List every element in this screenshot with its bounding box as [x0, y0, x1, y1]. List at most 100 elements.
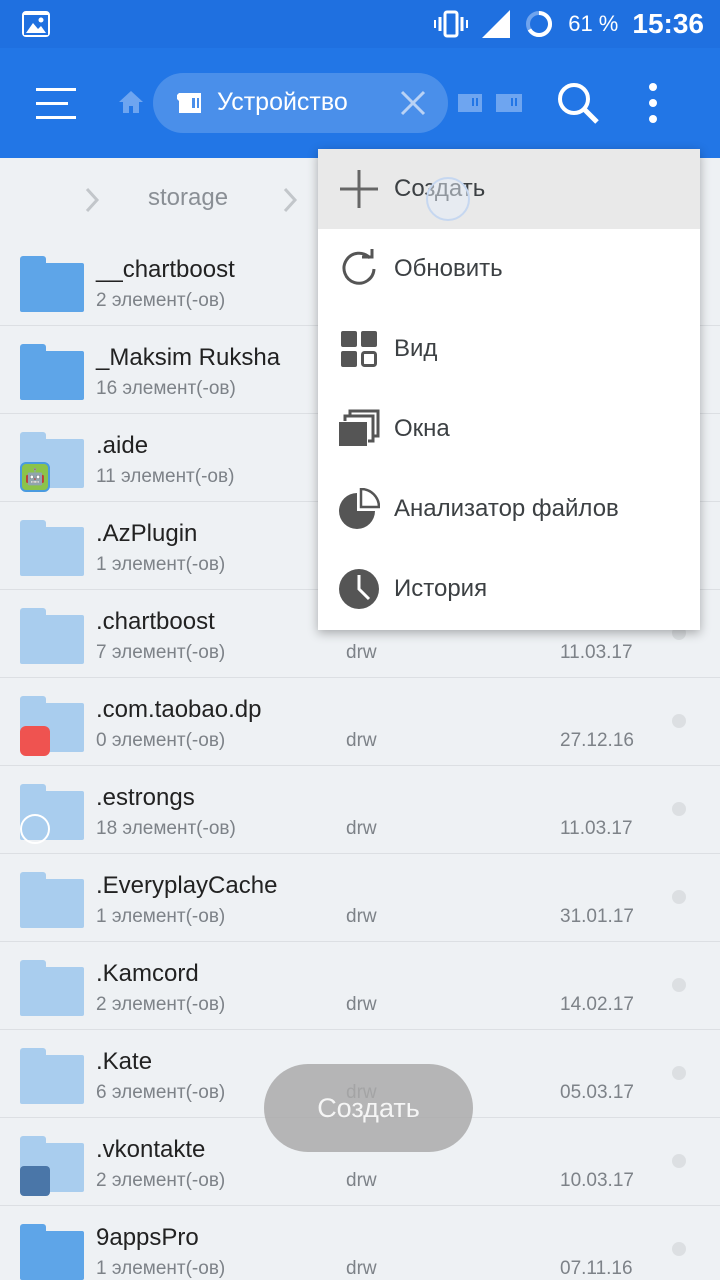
file-item-count: 1 элемент(-ов) — [96, 1258, 226, 1279]
file-item-count: 2 элемент(-ов) — [96, 994, 226, 1015]
device-storage-icon — [177, 93, 201, 113]
select-dot-icon[interactable] — [672, 1066, 686, 1080]
close-icon[interactable] — [399, 89, 427, 117]
chevron-right-icon — [283, 187, 298, 213]
menu-item-label: Окна — [394, 415, 450, 442]
menu-item-file-analyzer[interactable]: Анализатор файлов — [318, 469, 700, 549]
search-icon[interactable] — [556, 81, 600, 125]
battery-circle-icon — [526, 10, 553, 37]
menu-item-windows[interactable]: Окна — [318, 389, 700, 469]
menu-item-label: Вид — [394, 335, 438, 362]
file-name: .estrongs — [96, 784, 195, 811]
select-dot-icon[interactable] — [672, 978, 686, 992]
file-date: 07.11.16 — [560, 1258, 633, 1279]
file-permissions: drw — [346, 642, 377, 663]
file-row[interactable]: 9appsPro 1 элемент(-ов) drw 07.11.16 — [0, 1206, 720, 1280]
file-date: 14.02.17 — [560, 994, 634, 1015]
battery-percent: 61 % — [568, 11, 619, 36]
menu-item-view[interactable]: Вид — [318, 309, 700, 389]
file-name: .com.taobao.dp — [96, 696, 262, 723]
file-name: .aide — [96, 432, 149, 459]
file-item-count: 2 элемент(-ов) — [96, 290, 226, 311]
file-date: 05.03.17 — [560, 1082, 634, 1103]
file-item-count: 0 элемент(-ов) — [96, 730, 226, 751]
file-permissions: drw — [346, 1170, 377, 1191]
status-bar: 61 % 15:36 — [0, 0, 720, 48]
folder-icon — [20, 256, 84, 312]
signal-icon — [482, 10, 511, 38]
file-row[interactable]: .EveryplayCache 1 элемент(-ов) drw 31.01.17 — [0, 854, 720, 942]
menu-item-label: История — [394, 575, 488, 602]
overflow-menu: Создать Обновить Вид Окна Анализатор фай… — [318, 149, 700, 630]
folder-icon — [20, 960, 84, 1016]
refresh-icon — [342, 249, 376, 285]
clock-time: 15:36 — [632, 8, 704, 39]
location-chip[interactable]: Устройство — [153, 73, 448, 133]
view-grid-icon — [341, 331, 377, 367]
file-name: .EveryplayCache — [96, 872, 278, 899]
file-name: .chartboost — [96, 608, 215, 635]
aliexpress-app-icon — [20, 726, 50, 756]
file-row[interactable]: .estrongs 18 элемент(-ов) drw 11.03.17 — [0, 766, 720, 854]
file-row[interactable]: .com.taobao.dp 0 элемент(-ов) drw 27.12.16 — [0, 678, 720, 766]
file-item-count: 2 элемент(-ов) — [96, 1170, 226, 1191]
file-item-count: 11 элемент(-ов) — [96, 466, 235, 487]
file-permissions: drw — [346, 906, 377, 927]
folder-icon — [20, 520, 84, 576]
more-options-icon[interactable] — [646, 81, 660, 125]
file-date: 10.03.17 — [560, 1170, 634, 1191]
menu-icon[interactable] — [36, 86, 76, 120]
app-bar: Устройство — [0, 48, 720, 158]
file-name: .vkontakte — [96, 1136, 206, 1163]
file-item-count: 7 элемент(-ов) — [96, 642, 226, 663]
file-row[interactable]: .Kamcord 2 элемент(-ов) drw 14.02.17 — [0, 942, 720, 1030]
folder-icon — [20, 784, 84, 844]
file-item-count: 1 элемент(-ов) — [96, 906, 226, 927]
file-item-count: 6 элемент(-ов) — [96, 1082, 226, 1103]
file-name: .AzPlugin — [96, 520, 198, 547]
vibrate-icon — [434, 10, 469, 38]
menu-item-label: Обновить — [394, 255, 503, 282]
file-permissions: drw — [346, 730, 377, 751]
file-name: .Kate — [96, 1048, 153, 1075]
select-dot-icon[interactable] — [672, 1242, 686, 1256]
folder-icon — [20, 1048, 84, 1104]
file-date: 11.03.17 — [560, 642, 633, 663]
gallery-notification-icon — [22, 11, 50, 37]
file-item-count: 16 элемент(-ов) — [96, 378, 236, 399]
touch-ripple — [426, 177, 470, 221]
android-app-icon: 🤖 — [20, 462, 50, 492]
toast-message: Создать — [264, 1064, 473, 1152]
file-name: __chartboost — [96, 256, 235, 283]
file-permissions: drw — [346, 994, 377, 1015]
clock-icon — [339, 569, 379, 609]
pie-chart-icon — [339, 488, 380, 529]
folder-icon — [20, 696, 84, 756]
file-date: 11.03.17 — [560, 818, 633, 839]
menu-item-refresh[interactable]: Обновить — [318, 229, 700, 309]
select-dot-icon[interactable] — [672, 1154, 686, 1168]
folder-icon — [20, 1224, 84, 1280]
windows-icon — [339, 409, 380, 446]
storage-windows-icon[interactable] — [456, 92, 524, 114]
file-name: .Kamcord — [96, 960, 199, 987]
file-permissions: drw — [346, 818, 377, 839]
file-date: 27.12.16 — [560, 730, 634, 751]
select-dot-icon[interactable] — [672, 714, 686, 728]
home-icon[interactable] — [118, 90, 144, 114]
file-date: 31.01.17 — [560, 906, 634, 927]
menu-item-history[interactable]: История — [318, 549, 700, 629]
folder-icon: 🤖 — [20, 432, 84, 492]
folder-icon — [20, 608, 84, 664]
chevron-right-icon — [85, 187, 100, 213]
menu-item-create[interactable]: Создать — [318, 149, 700, 229]
select-dot-icon[interactable] — [672, 802, 686, 816]
file-name: _Maksim Ruksha — [96, 344, 281, 371]
file-item-count: 1 элемент(-ов) — [96, 554, 226, 575]
vk-app-icon — [20, 1166, 50, 1196]
folder-icon — [20, 1136, 84, 1196]
breadcrumb-storage[interactable]: storage — [148, 184, 228, 212]
folder-icon — [20, 344, 84, 400]
select-dot-icon[interactable] — [672, 890, 686, 904]
plus-icon — [340, 170, 378, 208]
